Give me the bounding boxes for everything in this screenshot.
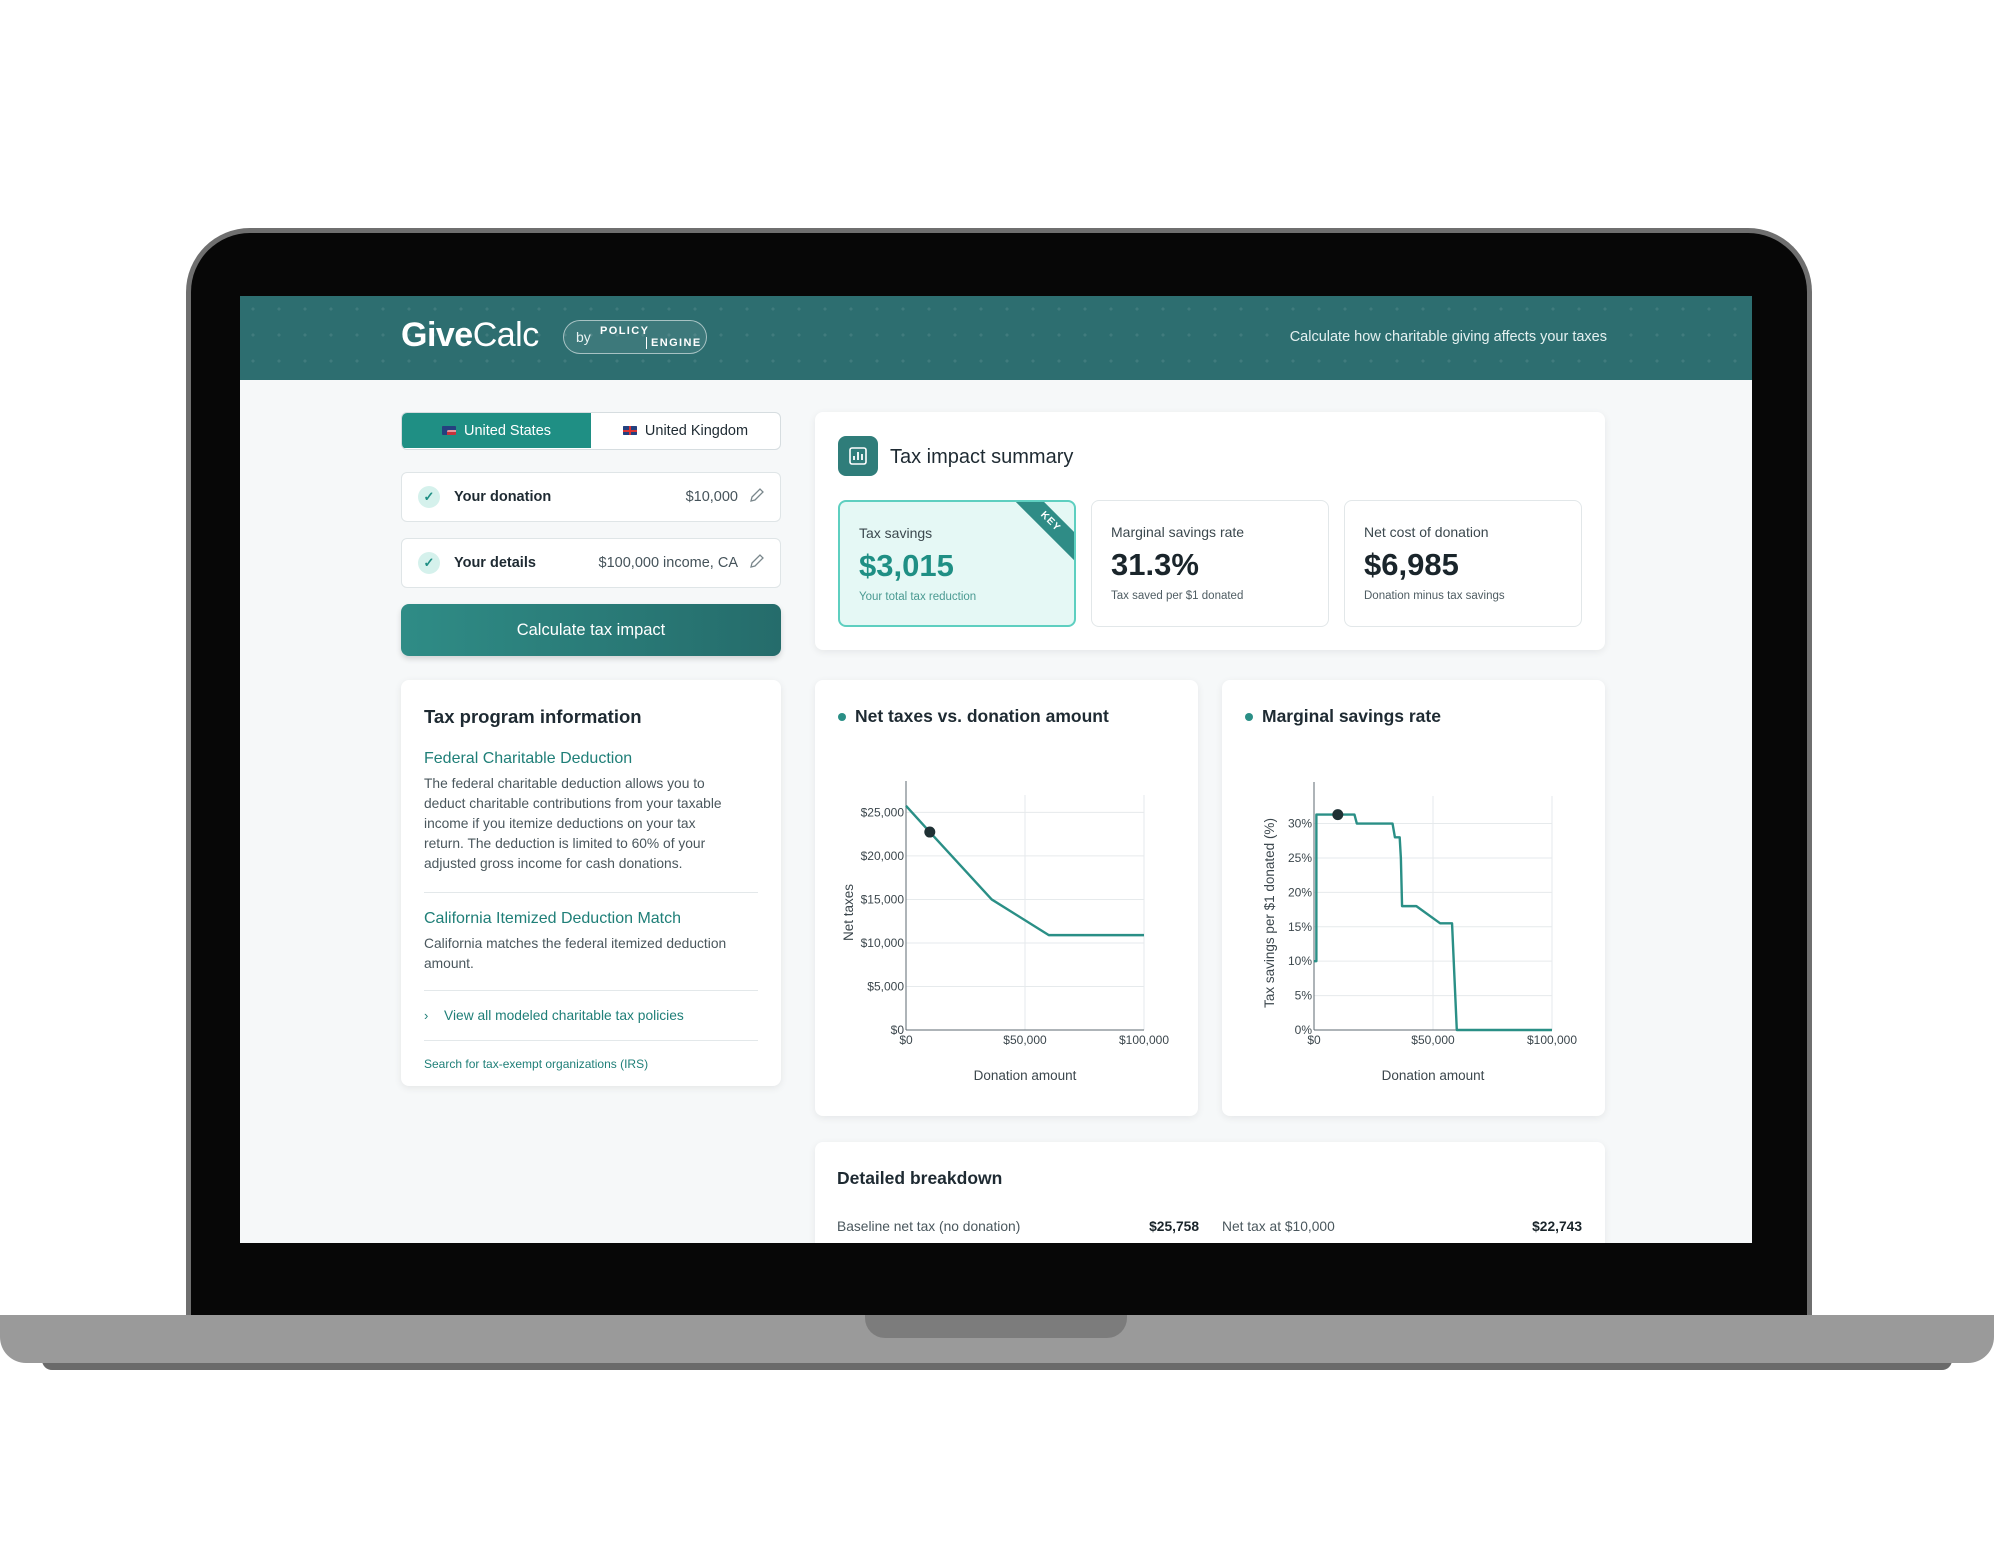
divider [424,892,758,893]
net-cost-metric: Net cost of donation $6,985 Donation min… [1344,500,1582,627]
laptop-notch [865,1315,1127,1338]
tax-program-title: Tax program information [424,706,642,727]
current-donation-marker [924,826,936,838]
x-tick-label: $0 [899,1033,913,1047]
donation-step-card[interactable]: ✓ Your donation $10,000 [401,472,781,522]
baseline-net-tax-label: Baseline net tax (no donation) [837,1219,1021,1234]
tax-program-info-card: Tax program information Federal Charitab… [401,680,781,1086]
policyengine-badge[interactable]: by POLICY ENGINE [563,320,707,354]
details-step-label: Your details [454,555,536,571]
us-flag-icon [441,426,456,435]
tax-savings-metric: KEY Tax savings $3,015 Your total tax re… [838,500,1076,627]
uk-flag-icon [622,426,637,435]
y-tick-label: $10,000 [861,936,905,950]
edit-pencil-icon[interactable] [748,486,766,504]
tax-savings-value: $3,015 [859,548,954,583]
divider [424,990,758,991]
y-tick-label: 30% [1288,817,1312,831]
edit-pencil-icon[interactable] [748,552,766,570]
x-tick-label: $50,000 [1411,1033,1455,1047]
donation-step-label: Your donation [454,489,552,505]
x-tick-label: $100,000 [1119,1033,1169,1047]
x-tick-label: $50,000 [1003,1033,1047,1047]
y-axis-label: Tax savings per $1 donated (%) [1262,818,1277,1008]
y-axis-label: Net taxes [841,884,856,941]
check-icon: ✓ [418,486,440,508]
y-tick-label: 15% [1288,920,1312,934]
y-tick-label: $25,000 [861,805,905,819]
summary-title: Tax impact summary [890,446,1074,468]
x-axis-label: Donation amount [974,1068,1077,1083]
givecalc-logo[interactable]: GiveCalc [401,316,539,355]
details-step-card[interactable]: ✓ Your details $100,000 income, CA [401,538,781,588]
y-tick-label: 10% [1288,954,1312,968]
marginal-savings-rate-value: 31.3% [1111,547,1199,582]
details-step-value: $100,000 income, CA [598,555,738,571]
x-axis-label: Donation amount [1382,1068,1485,1083]
y-tick-label: 20% [1288,885,1312,899]
y-tick-label: $15,000 [861,892,905,906]
net-tax-at-donation-label: Net tax at $10,000 [1222,1219,1335,1234]
header-tagline: Calculate how charitable giving affects … [1289,329,1607,345]
net-cost-value: $6,985 [1364,547,1459,582]
policy-desc-california: California matches the federal itemized … [424,936,727,971]
marginal-savings-rate-metric: Marginal savings rate 31.3% Tax saved pe… [1091,500,1329,627]
donation-step-value: $10,000 [685,489,738,505]
net-tax-at-donation-value: $22,743 [1532,1219,1582,1234]
baseline-net-tax-value: $25,758 [1149,1219,1199,1234]
policy-desc-federal: The federal charitable deduction allows … [424,776,722,871]
calculate-tax-impact-button[interactable]: Calculate tax impact [401,604,781,656]
y-tick-label: $5,000 [867,979,904,993]
policy-title-california: California Itemized Deduction Match [424,910,682,927]
y-tick-label: 5% [1295,989,1313,1003]
x-tick-label: $100,000 [1527,1033,1577,1047]
x-tick-label: $0 [1307,1033,1321,1047]
y-tick-label: 25% [1288,851,1312,865]
country-toggle: United States United Kingdom [401,412,781,450]
marginal-rate-chart-card: Marginal savings rate 0% 5% 10% 15% 20% 25% 30… [1222,680,1605,1116]
country-option-uk[interactable]: United Kingdom [591,413,780,448]
breakdown-title: Detailed breakdown [837,1168,1003,1188]
irs-search-link[interactable]: Search for tax-exempt organizations (IRS… [424,1057,648,1071]
country-option-us[interactable]: United States [402,413,591,448]
net-taxes-chart[interactable]: $0$5,000$10,000$15,000$20,000$25,000$0 $5… [815,680,1198,1116]
detailed-breakdown-card: Detailed breakdown Baseline net tax (no … [815,1142,1605,1243]
divider [424,1040,758,1041]
policy-title-federal: Federal Charitable Deduction [424,750,633,767]
app-header: GiveCalc by POLICY ENGINE Calculate how … [240,296,1752,380]
tax-impact-summary-card: Tax impact summary KEY Tax savings $3,01… [815,412,1605,650]
view-all-policies-link[interactable]: › View all modeled charitable tax policie… [424,1008,684,1023]
check-icon: ✓ [418,552,440,574]
y-tick-label: $20,000 [861,849,905,863]
app-screen: GiveCalc by POLICY ENGINE Calculate how … [240,296,1752,1243]
net-taxes-chart-card: Net taxes vs. donation amount $0 $5,000 $1… [815,680,1198,1116]
bar-chart-icon [838,436,878,476]
chevron-right-icon: › [424,1008,429,1023]
marginal-rate-chart[interactable]: 0%5%10%15%20%25%30%$0 $50,000 $100,000Dona… [1222,680,1605,1116]
key-ribbon-badge: KEY [1007,502,1074,565]
current-donation-marker [1332,809,1344,821]
